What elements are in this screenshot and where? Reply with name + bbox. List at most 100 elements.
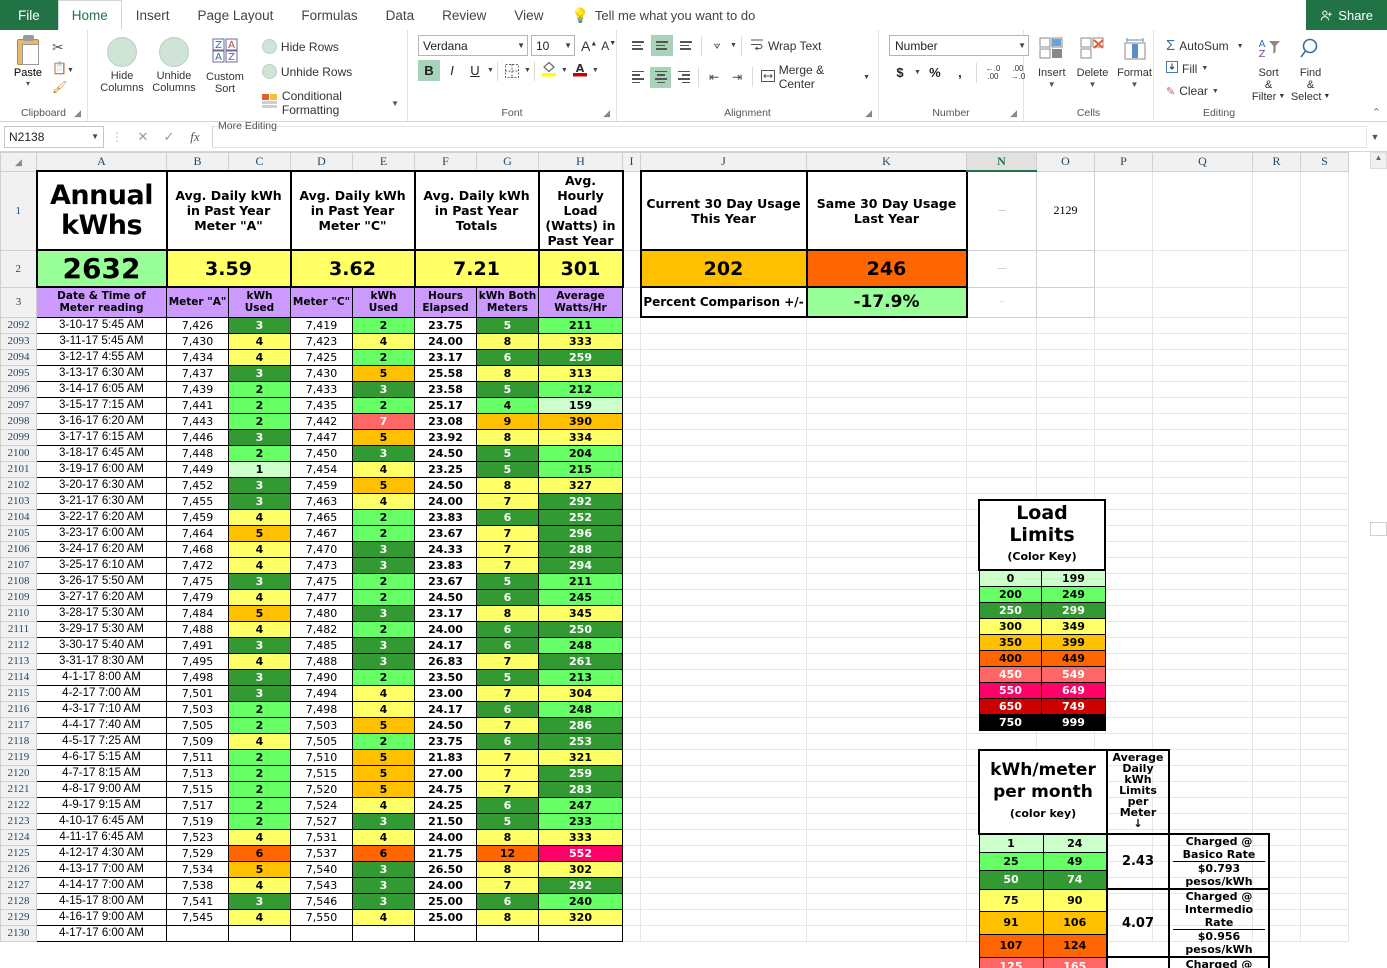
cell-q[interactable] [1152, 508, 1253, 526]
row-header[interactable]: 2100 [0, 444, 37, 462]
row-header[interactable]: 2099 [0, 428, 37, 446]
cell-meter-c[interactable]: 7,465 [290, 508, 353, 526]
cell-r[interactable] [1252, 684, 1301, 702]
cell-avg-watts[interactable]: 334 [538, 428, 623, 446]
cell-j[interactable] [640, 732, 807, 750]
cell-o2[interactable] [1036, 249, 1095, 288]
cell-kwh-both[interactable]: 6 [476, 732, 539, 750]
cell-i[interactable] [622, 860, 641, 878]
cell-q3[interactable] [1152, 286, 1253, 318]
cell-kwh-used-a[interactable]: 4 [228, 332, 291, 350]
cell-meter-c[interactable]: 7,503 [290, 716, 353, 734]
cell-j[interactable] [640, 780, 807, 798]
cell-avg-watts[interactable]: 294 [538, 556, 623, 574]
cell-i[interactable] [622, 700, 641, 718]
cell-meter-c[interactable]: 7,550 [290, 908, 353, 926]
caption-meter-c[interactable]: Meter "C" [290, 286, 353, 318]
meter-c-avg-header[interactable]: Avg. Daily kWh in Past Year Meter "C" [289, 170, 416, 251]
row-header[interactable]: 2096 [0, 380, 37, 398]
cell-s[interactable] [1300, 476, 1349, 494]
cell-j[interactable] [640, 636, 807, 654]
cell-k[interactable] [806, 380, 967, 398]
cell-j[interactable] [640, 460, 807, 478]
cell-kwh-used-c[interactable]: 5 [352, 716, 415, 734]
find-select-caret-icon[interactable]: ▼ [1323, 91, 1330, 103]
row-header[interactable]: 2121 [0, 780, 37, 798]
cell-date[interactable]: 3-23-17 6:00 AM [36, 524, 167, 542]
cell-kwh-used-a[interactable]: 5 [228, 604, 291, 622]
cell-kwh-used-c[interactable]: 5 [352, 764, 415, 782]
cell-q[interactable] [1152, 492, 1253, 510]
cell-q2[interactable] [1152, 249, 1253, 288]
cell-date[interactable]: 4-8-17 9:00 AM [36, 780, 167, 798]
cell-kwh-used-c[interactable]: 4 [352, 796, 415, 814]
cell-kwh-used-a[interactable]: 4 [228, 652, 291, 670]
cell-s[interactable] [1300, 668, 1349, 686]
cell-meter-a[interactable]: 7,448 [166, 444, 229, 462]
cell-q[interactable] [1152, 396, 1253, 414]
cell-date[interactable]: 4-4-17 7:40 AM [36, 716, 167, 734]
cell-kwh-used-c[interactable]: 3 [352, 876, 415, 894]
find-select-button[interactable]: Find & Select ▼ [1290, 35, 1332, 105]
cell-hours-elapsed[interactable]: 24.17 [414, 700, 477, 718]
cell-date[interactable]: 3-21-17 6:30 AM [36, 492, 167, 510]
cell-kwh-used-a[interactable]: 3 [228, 636, 291, 654]
cell-kwh-used-c[interactable]: 3 [352, 892, 415, 910]
cell-kwh-used-a[interactable]: 2 [228, 796, 291, 814]
column-header-k[interactable]: K [806, 152, 967, 172]
table-row[interactable]: 2110 3-28-17 5:30 AM 7,484 5 7,480 3 23.17 8 345 [0, 604, 1349, 622]
cell-date[interactable]: 3-27-17 6:20 AM [36, 588, 167, 606]
cell-meter-a[interactable] [166, 924, 229, 942]
cell-s[interactable] [1300, 460, 1349, 478]
cell-meter-a[interactable]: 7,517 [166, 796, 229, 814]
cell-k[interactable] [806, 508, 967, 526]
cell-q[interactable] [1152, 332, 1253, 350]
cell-p3[interactable] [1094, 286, 1153, 318]
cell-meter-a[interactable]: 7,430 [166, 332, 229, 350]
cell-p[interactable] [1094, 412, 1153, 430]
row-header[interactable]: 2112 [0, 636, 37, 654]
cell-date[interactable]: 4-16-17 9:00 AM [36, 908, 167, 926]
cell-hours-elapsed[interactable]: 24.00 [414, 876, 477, 894]
cell-p[interactable] [1094, 444, 1153, 462]
cell-s[interactable] [1300, 540, 1349, 558]
cell-q[interactable] [1152, 652, 1253, 670]
cell-meter-c[interactable]: 7,520 [290, 780, 353, 798]
cell-avg-watts[interactable]: 345 [538, 604, 623, 622]
column-header-i[interactable]: I [622, 152, 641, 172]
cell-date[interactable]: 4-11-17 6:45 AM [36, 828, 167, 846]
cell-k[interactable] [806, 876, 967, 894]
cell-kwh-used-a[interactable]: 2 [228, 396, 291, 414]
cell-kwh-both[interactable]: 5 [476, 572, 539, 590]
cell-meter-a[interactable]: 7,449 [166, 460, 229, 478]
column-header-d[interactable]: D [290, 152, 353, 172]
column-header-q[interactable]: Q [1152, 152, 1253, 172]
cell-date[interactable]: 3-12-17 4:55 AM [36, 348, 167, 366]
cell-avg-watts[interactable]: 253 [538, 732, 623, 750]
cell-kwh-used-c[interactable]: 7 [352, 412, 415, 430]
cell-kwh-both[interactable]: 6 [476, 508, 539, 526]
cell-r[interactable] [1252, 540, 1301, 558]
cell-s[interactable] [1300, 908, 1349, 926]
row-header[interactable]: 2111 [0, 620, 37, 638]
cell-date[interactable]: 3-19-17 6:00 AM [36, 460, 167, 478]
cell-j[interactable] [640, 924, 807, 942]
avg-hourly-load-header[interactable]: Avg. Hourly Load (Watts) in Past Year [537, 170, 624, 251]
cell-kwh-used-a[interactable]: 4 [228, 908, 291, 926]
cell-k[interactable] [806, 796, 967, 814]
cell-meter-c[interactable]: 7,442 [290, 412, 353, 430]
table-row[interactable]: 2108 3-26-17 5:50 AM 7,475 3 7,475 2 23.67 5 211 [0, 572, 1349, 590]
row-header[interactable]: 2120 [0, 764, 37, 782]
cell-hours-elapsed[interactable]: 23.83 [414, 556, 477, 574]
cell-i[interactable] [622, 652, 641, 670]
font-color-button[interactable]: A [569, 60, 591, 81]
cell-kwh-used-a[interactable]: 3 [228, 892, 291, 910]
cell-hours-elapsed[interactable]: 27.00 [414, 764, 477, 782]
table-row[interactable]: 2107 3-25-17 6:10 AM 7,472 4 7,473 3 23.83 7 294 [0, 556, 1349, 574]
row-header[interactable]: 2107 [0, 556, 37, 574]
cell-j[interactable] [640, 604, 807, 622]
cell-avg-watts[interactable]: 390 [538, 412, 623, 430]
hide-rows-button[interactable]: Hide Rows [258, 37, 403, 56]
cell-s[interactable] [1300, 684, 1349, 702]
cell-hours-elapsed[interactable]: 23.25 [414, 460, 477, 478]
